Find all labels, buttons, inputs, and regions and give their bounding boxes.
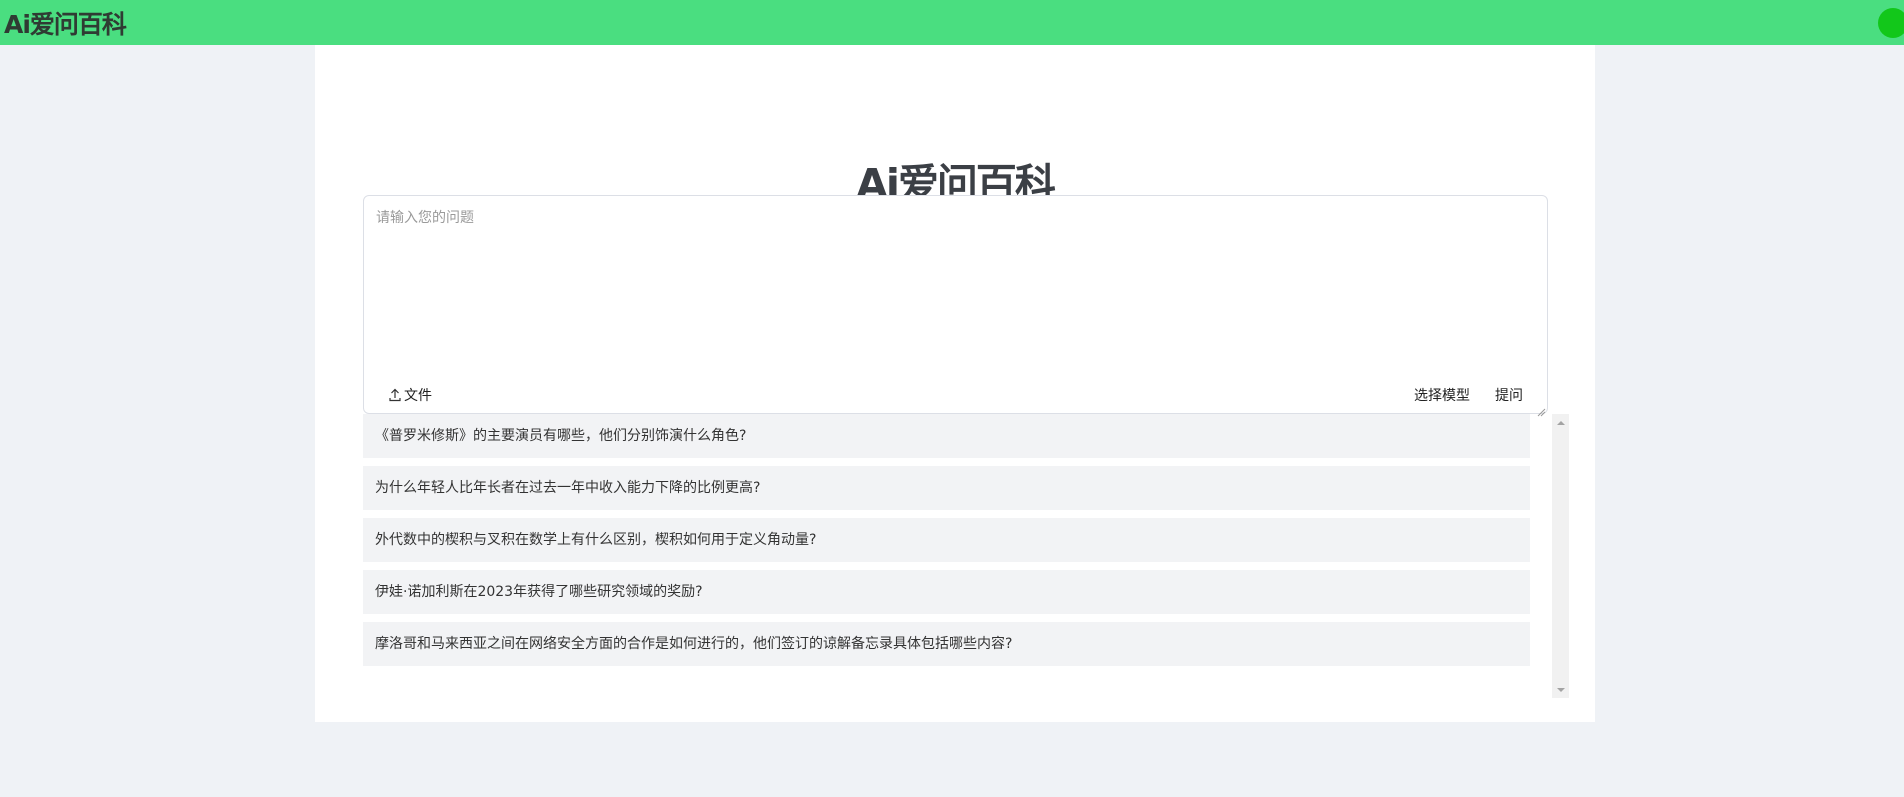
upload-file-label: 文件	[404, 388, 432, 404]
suggestion-item[interactable]: 外代数中的楔积与叉积在数学上有什么区别，楔积如何用于定义角动量?	[363, 518, 1530, 562]
chevron-up-icon[interactable]	[1552, 414, 1569, 431]
select-model-button[interactable]: 选择模型	[1414, 385, 1470, 405]
chevron-down-icon[interactable]	[1552, 681, 1569, 698]
suggestion-item[interactable]: 《普罗米修斯》的主要演员有哪些，他们分别饰演什么角色?	[363, 414, 1530, 458]
upload-file-button[interactable]: 文件	[388, 385, 432, 405]
question-box: 文件 选择模型 提问	[363, 195, 1548, 417]
main-card: Ai爱问百科 文件 选择模型 提问 《普罗米修斯》的主要演员有哪些，他们分别饰演…	[315, 45, 1595, 722]
user-avatar[interactable]	[1878, 8, 1904, 38]
brand-logo[interactable]: Ai爱问百科	[4, 5, 127, 41]
suggestion-item[interactable]: 伊娃·诺加利斯在2023年获得了哪些研究领域的奖励?	[363, 570, 1530, 614]
suggestion-item[interactable]: 摩洛哥和马来西亚之间在网络安全方面的合作是如何进行的，他们签订的谅解备忘录具体包…	[363, 622, 1530, 666]
ask-button[interactable]: 提问	[1495, 385, 1523, 405]
question-input[interactable]	[364, 196, 1547, 366]
suggestion-item[interactable]: 为什么年轻人比年长者在过去一年中收入能力下降的比例更高?	[363, 466, 1530, 510]
resize-handle-icon[interactable]	[1536, 402, 1546, 417]
suggestion-scrollbar[interactable]	[1552, 414, 1569, 698]
suggestion-list: 《普罗米修斯》的主要演员有哪些，他们分别饰演什么角色? 为什么年轻人比年长者在过…	[363, 414, 1569, 701]
upload-icon	[388, 388, 402, 402]
top-bar: Ai爱问百科	[0, 0, 1904, 45]
